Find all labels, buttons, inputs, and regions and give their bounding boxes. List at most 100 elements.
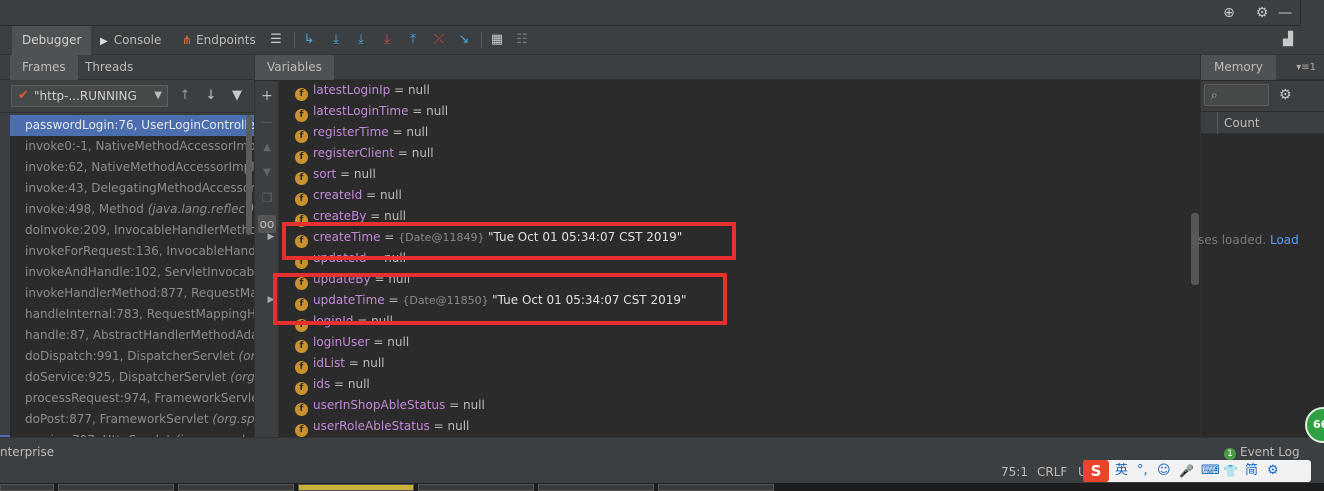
variable-row-userinshopablestatus[interactable]: f userInShopAbleStatus = null <box>295 395 485 416</box>
arrow-up-icon[interactable]: ↑ <box>176 87 194 105</box>
frame-item[interactable]: invoke:498, Method (java.lang.reflect) <box>10 199 254 220</box>
frame-item[interactable]: service:707, HttpServlet (javax.servlet.… <box>10 430 254 437</box>
tab-threads[interactable]: Threads <box>73 55 145 80</box>
frame-item[interactable]: passwordLogin:76, UserLoginController <box>10 115 254 136</box>
shirt-icon[interactable]: 👕 <box>1223 461 1238 481</box>
gear-icon[interactable]: ⚙ <box>1253 4 1271 22</box>
restore-layout-icon[interactable]: ▟ <box>1279 31 1297 49</box>
field-icon: f <box>295 172 308 185</box>
frame-text: invokeForRequest:136, InvocableHandlerMe… <box>25 244 254 258</box>
filter-icon[interactable]: ▼ <box>228 87 246 105</box>
microphone-icon[interactable]: 🎤 <box>1179 461 1194 481</box>
thread-selector[interactable]: ✔ "http-...RUNNING ▼ <box>11 85 168 107</box>
taskbar-item[interactable] <box>418 484 534 491</box>
equals-sign: = <box>394 146 412 160</box>
arrow-down-icon[interactable]: ↓ <box>202 87 220 105</box>
move-up-icon[interactable]: ▲ <box>258 139 276 157</box>
frames-panel: Frames Threads ✔ "http-...RUNNING ▼ ↑ ↓ … <box>0 55 254 455</box>
frame-item[interactable]: invokeForRequest:136, InvocableHandlerMe… <box>10 241 254 262</box>
column-count[interactable]: Count <box>1224 112 1260 134</box>
ime-language-toggle[interactable]: 英 <box>1115 461 1128 481</box>
variable-row-sort[interactable]: f sort = null <box>295 164 376 185</box>
variable-row-createid[interactable]: f createId = null <box>295 185 402 206</box>
frame-item[interactable]: processRequest:974, FrameworkServlet <box>10 388 254 409</box>
minimize-icon[interactable]: — <box>1276 4 1294 22</box>
event-log-button[interactable]: 1 Event Log <box>1224 445 1300 460</box>
move-down-icon[interactable]: ▼ <box>258 164 276 182</box>
show-execution-point-icon[interactable]: ↳ <box>300 31 318 49</box>
taskbar-item[interactable] <box>58 484 174 491</box>
variable-row-latestlogintime[interactable]: f latestLoginTime = null <box>295 101 448 122</box>
taskbar-item[interactable] <box>538 484 654 491</box>
add-watch-icon[interactable]: + <box>258 87 276 105</box>
variable-value: null <box>462 398 485 412</box>
target-icon[interactable]: ⊕ <box>1220 4 1238 22</box>
memory-toolbar: ⌕ ⚙ <box>1201 81 1324 111</box>
layout-menu-icon[interactable]: ☰ <box>267 31 285 49</box>
check-icon: ✔ <box>18 88 29 103</box>
taskbar-item[interactable] <box>0 484 54 491</box>
frame-item[interactable]: handleInternal:783, RequestMappingHandle… <box>10 304 254 325</box>
frames-scrollbar[interactable] <box>246 115 252 235</box>
taskbar-item[interactable] <box>658 484 774 491</box>
variable-row-ids[interactable]: f ids = null <box>295 374 370 395</box>
frame-item[interactable]: invokeHandlerMethod:877, RequestMappingH… <box>10 283 254 304</box>
variable-name: registerClient <box>313 146 395 160</box>
tab-console[interactable]: ▶ Console <box>92 26 171 55</box>
line-separator[interactable]: CRLF <box>1037 465 1067 479</box>
frame-item[interactable]: invokeAndHandle:102, ServletInvocableHan… <box>10 262 254 283</box>
remove-watch-icon[interactable]: — <box>258 114 276 132</box>
frame-item[interactable]: invoke:62, NativeMethodAccessorImpl <box>10 157 254 178</box>
event-count-badge: 1 <box>1224 448 1236 460</box>
variable-value: null <box>426 104 449 118</box>
taskbar-item[interactable] <box>298 484 414 491</box>
variable-row-registertime[interactable]: f registerTime = null <box>295 122 428 143</box>
frame-text: invokeAndHandle:102, ServletInvocableHan… <box>25 265 254 279</box>
taskbar-item[interactable] <box>178 484 294 491</box>
memory-search-input[interactable]: ⌕ <box>1204 84 1269 106</box>
variable-row-userroleablestatus[interactable]: f userRoleAbleStatus = null <box>295 416 469 437</box>
status-message: nterprise <box>0 445 55 459</box>
frame-item[interactable]: doInvoke:209, InvocableHandlerMethod <box>10 220 254 241</box>
variable-value: null <box>411 146 434 160</box>
frame-item[interactable]: doDispatch:991, DispatcherServlet (org.s… <box>10 346 254 367</box>
tab-debugger[interactable]: Debugger <box>12 26 92 55</box>
variable-name: ids <box>313 377 331 391</box>
frame-item[interactable]: invoke:43, DelegatingMethodAccessorImpl <box>10 178 254 199</box>
variables-scrollbar[interactable] <box>1191 213 1199 285</box>
step-out-icon[interactable]: ⤒ <box>404 31 422 49</box>
ime-settings-icon[interactable]: ⚙ <box>1267 461 1279 481</box>
memory-columns: Count <box>1201 112 1324 134</box>
run-to-cursor-icon[interactable]: ↘ <box>455 31 473 49</box>
variable-row-loginuser[interactable]: f loginUser = null <box>295 332 409 353</box>
variable-row-idlist[interactable]: f idList = null <box>295 353 385 374</box>
gear-icon[interactable]: ⚙ <box>1279 87 1292 103</box>
simplified-toggle[interactable]: 简 <box>1245 461 1258 481</box>
caret-position[interactable]: 75:1 <box>1001 465 1028 479</box>
step-into-icon[interactable]: ⤓ <box>352 31 370 49</box>
variable-row-registerclient[interactable]: f registerClient = null <box>295 143 434 164</box>
frame-item[interactable]: invoke0:-1, NativeMethodAccessorImpl <box>10 136 254 157</box>
expand-arrow-icon[interactable]: ▶ <box>265 227 277 248</box>
evaluate-expression-icon[interactable]: ▦ <box>488 31 506 49</box>
force-step-into-icon[interactable]: ⤓ <box>378 31 396 49</box>
trace-icon[interactable]: ☷ <box>513 31 531 49</box>
variable-row-latestloginip[interactable]: f latestLoginIp = null <box>295 80 430 101</box>
tab-frames[interactable]: Frames <box>10 55 78 80</box>
load-classes-link[interactable]: Load <box>1270 233 1299 247</box>
tab-endpoints[interactable]: ⋔ Endpoints <box>174 26 266 55</box>
frame-item[interactable]: handle:87, AbstractHandlerMethodAdapter <box>10 325 254 346</box>
variable-name: sort <box>313 167 337 181</box>
frame-item[interactable]: doPost:877, FrameworkServlet (org.spring… <box>10 409 254 430</box>
keyboard-icon[interactable]: ⌨ <box>1201 461 1220 481</box>
variable-value: null <box>384 209 407 223</box>
frame-item[interactable]: doService:925, DispatcherServlet (org.sp… <box>10 367 254 388</box>
memory-options-icon[interactable]: ▾≡1 <box>1296 55 1316 80</box>
drop-frame-icon[interactable]: ⤫ <box>430 31 448 49</box>
step-over-icon[interactable]: ⤓ <box>327 31 345 49</box>
sogou-logo[interactable]: S <box>1083 460 1109 482</box>
smiley-icon[interactable]: ☺ <box>1157 461 1171 481</box>
copy-icon[interactable]: ❐ <box>258 189 276 207</box>
frame-text: invokeHandlerMethod:877, RequestMappingH… <box>25 286 254 300</box>
ime-punctuation-toggle[interactable]: °, <box>1137 461 1148 481</box>
